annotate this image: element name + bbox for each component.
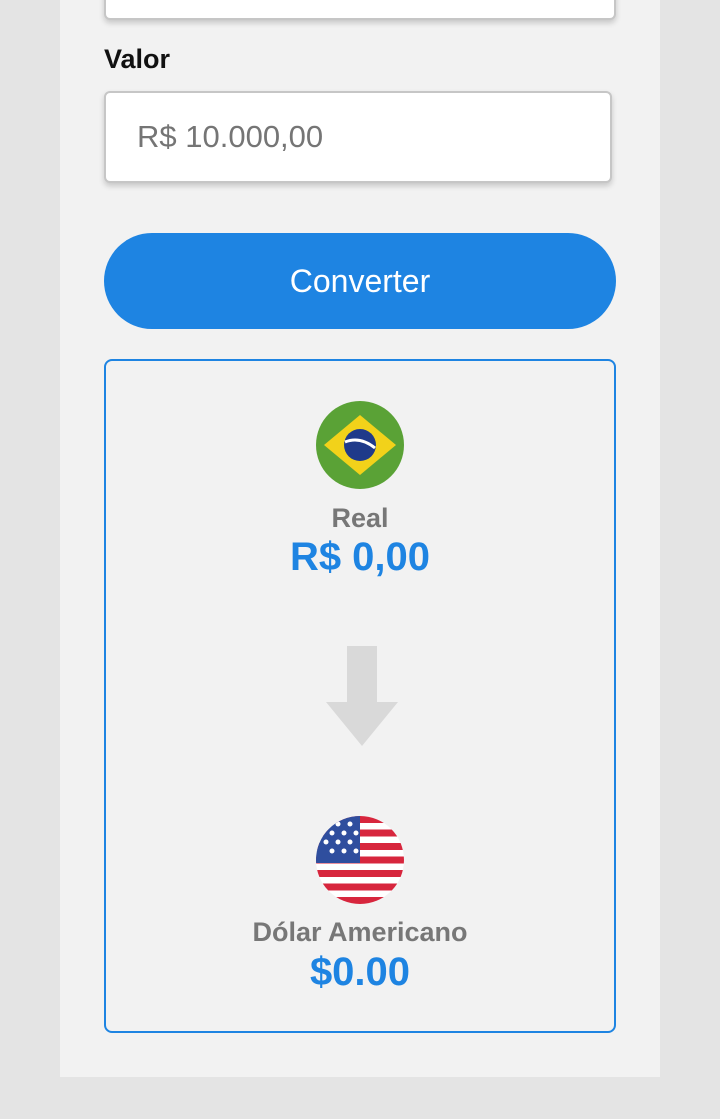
usa-flag-icon <box>316 816 404 904</box>
previous-select-field[interactable] <box>104 0 616 20</box>
converter-panel: Valor Converter Real R$ 0,00 <box>60 0 660 1077</box>
arrow-down-icon <box>326 646 398 748</box>
from-currency-name: Real <box>331 503 389 533</box>
to-currency-name: Dólar Americano <box>252 917 468 947</box>
valor-input[interactable] <box>104 91 612 183</box>
brazil-flag-icon <box>316 401 404 489</box>
valor-label: Valor <box>104 44 171 74</box>
result-card: Real R$ 0,00 Dólar Americano $0.00 <box>104 359 616 1033</box>
from-currency-value: R$ 0,00 <box>289 535 431 579</box>
to-currency-value: $0.00 <box>309 950 411 994</box>
convert-button[interactable]: Converter <box>104 233 616 329</box>
